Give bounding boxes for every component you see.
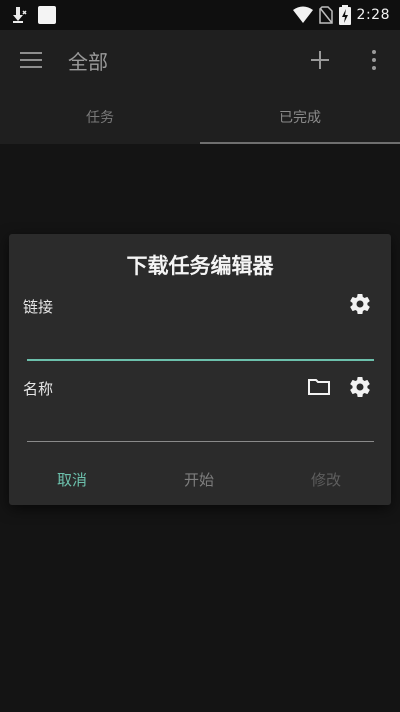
wifi-icon <box>292 6 313 23</box>
url-input[interactable] <box>27 332 378 360</box>
start-button[interactable]: 开始 <box>184 469 214 490</box>
modify-button[interactable]: 修改 <box>311 469 341 490</box>
more-icon[interactable] <box>368 50 380 70</box>
add-icon[interactable] <box>309 49 331 71</box>
name-field-label: 名称 <box>23 380 54 398</box>
status-bar: 2:28 <box>0 0 400 30</box>
gear-icon[interactable] <box>348 292 372 316</box>
tab-bar: 任务 已完成 <box>0 90 400 144</box>
tab-tasks[interactable]: 任务 <box>0 90 200 144</box>
app-bar: 全部 <box>0 30 400 90</box>
folder-icon[interactable] <box>307 375 331 399</box>
dialog-actions: 取消 开始 修改 <box>9 463 391 493</box>
name-input[interactable] <box>27 414 378 442</box>
download-editor-dialog: 下载任务编辑器 链接 名称 取消 开始 修改 <box>9 234 391 505</box>
gear-icon[interactable] <box>348 375 372 399</box>
tab-completed[interactable]: 已完成 <box>200 90 400 144</box>
battery-charging-icon <box>338 5 351 25</box>
cancel-button[interactable]: 取消 <box>57 469 87 490</box>
download-notification-icon <box>13 7 27 23</box>
menu-icon[interactable] <box>20 50 42 70</box>
status-bar-left <box>10 5 56 25</box>
notification-box-icon <box>38 6 56 24</box>
url-field-label: 链接 <box>23 298 54 316</box>
name-input-underline <box>27 441 374 442</box>
no-sim-icon <box>318 6 333 24</box>
status-time: 2:28 <box>356 7 390 23</box>
url-input-underline <box>27 359 374 361</box>
status-bar-right: 2:28 <box>292 5 390 25</box>
dialog-title: 下载任务编辑器 <box>126 254 274 278</box>
page-title: 全部 <box>68 50 108 74</box>
